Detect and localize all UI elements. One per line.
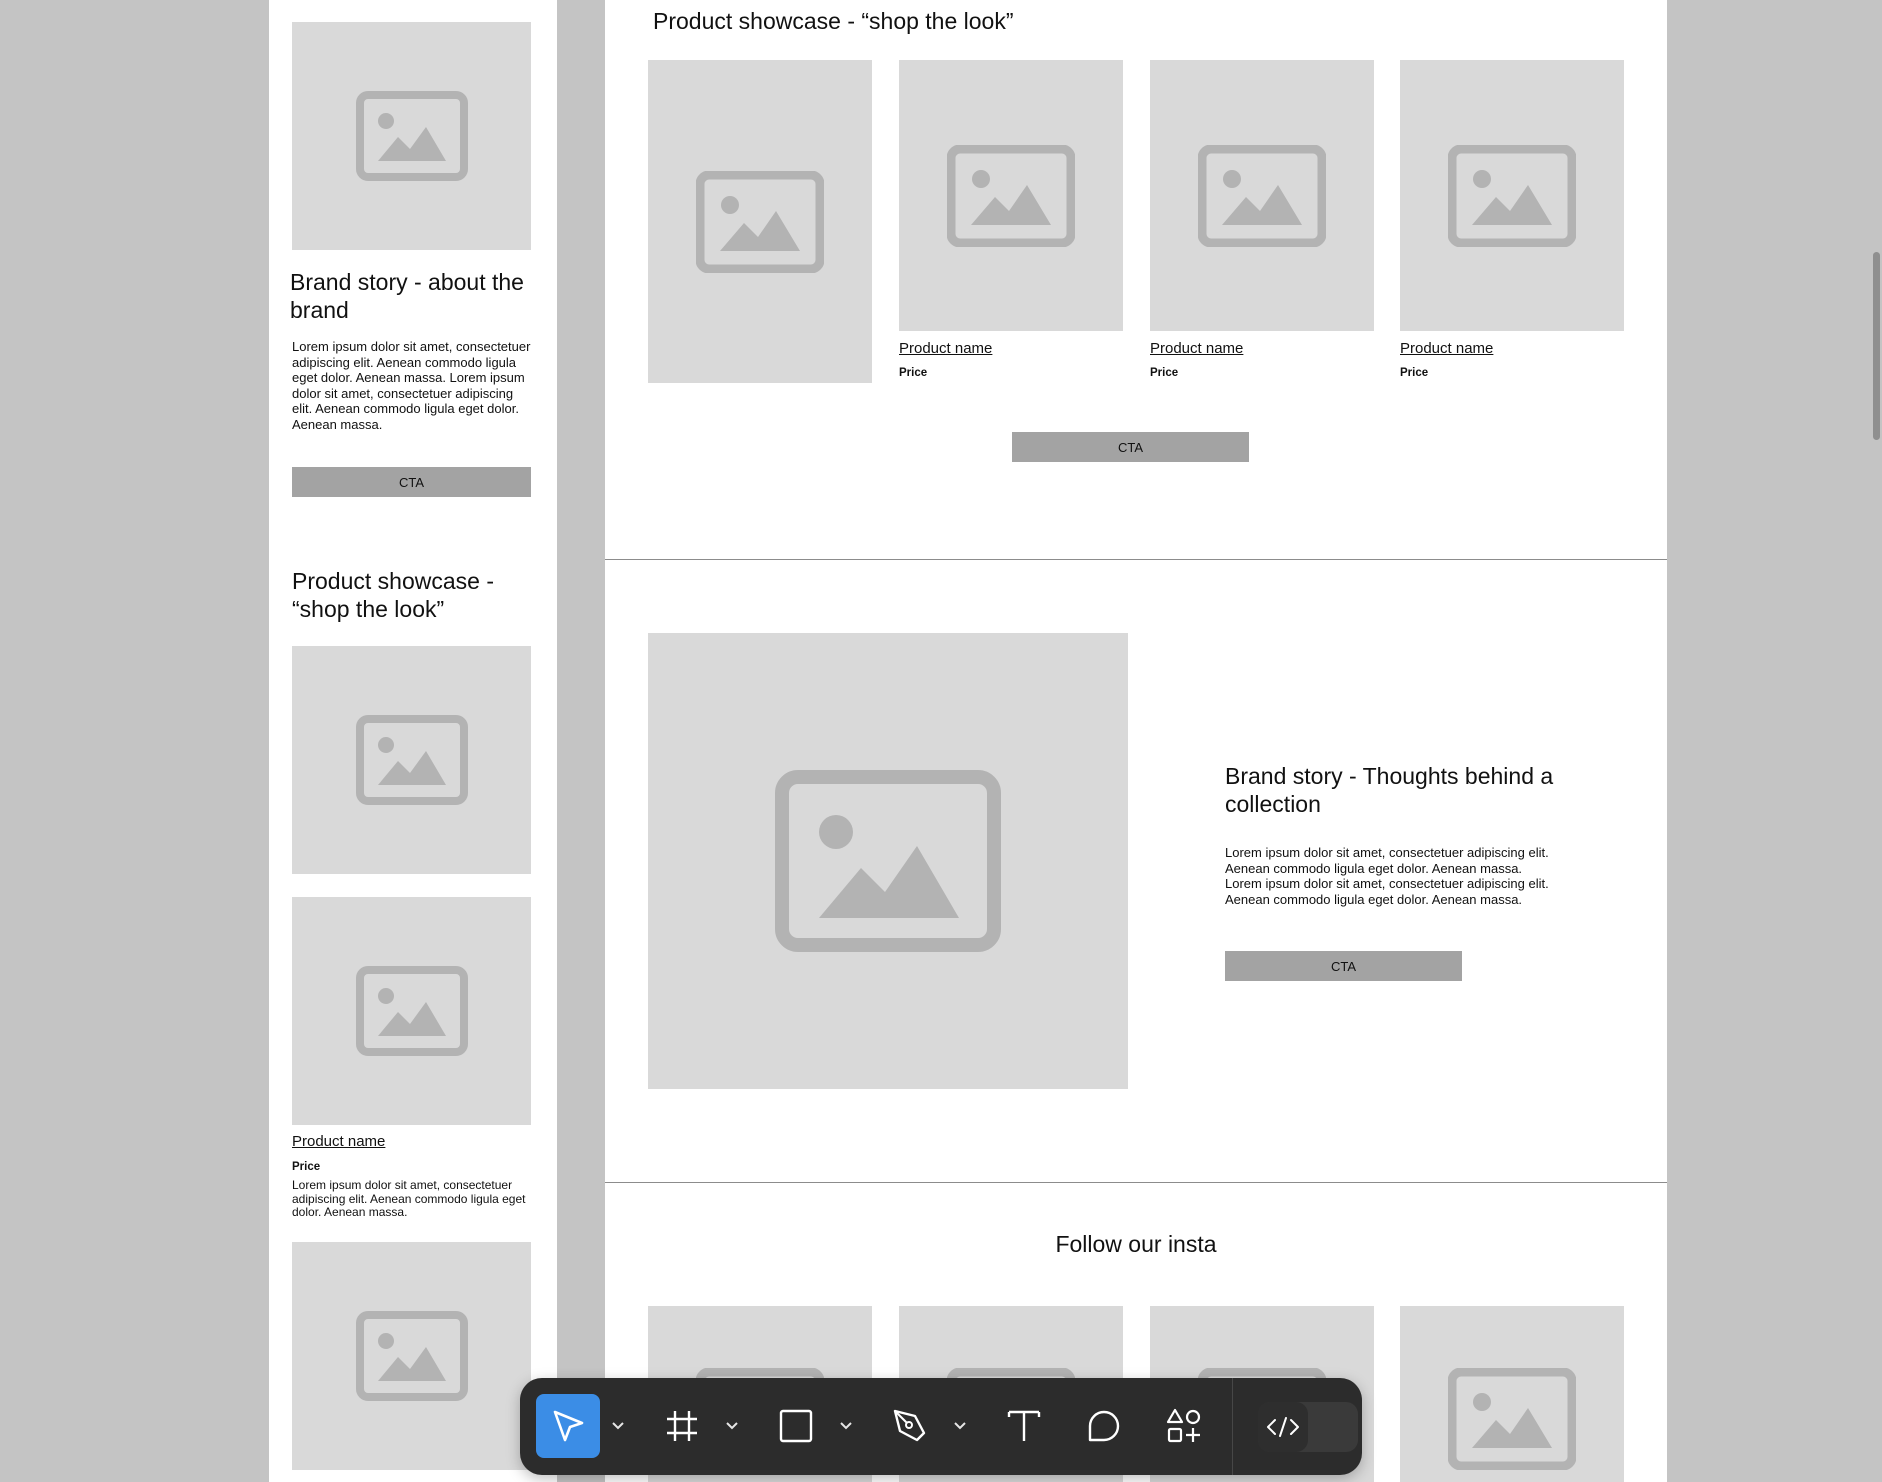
image-icon xyxy=(355,966,468,1056)
chevron-down-icon xyxy=(954,1422,966,1430)
brand-story-body: Lorem ipsum dolor sit amet, consectetuer… xyxy=(1225,845,1549,907)
product-price: Price xyxy=(1400,367,1429,379)
move-tool-menu-chevron[interactable] xyxy=(608,1412,628,1440)
desktop-frame[interactable]: Product showcase - “shop the look” Produ… xyxy=(605,0,1667,1482)
text-tool-button[interactable] xyxy=(992,1394,1056,1458)
image-placeholder xyxy=(292,646,531,874)
look-image-placeholder xyxy=(648,60,872,383)
product-description: Lorem ipsum dolor sit amet, consectetuer… xyxy=(292,1178,526,1219)
product-name-link[interactable]: Product name xyxy=(899,340,992,357)
image-icon xyxy=(355,91,468,181)
showcase-cta-button[interactable]: CTA xyxy=(1012,432,1249,462)
brand-story-cta-button[interactable]: CTA xyxy=(1225,951,1462,981)
chevron-down-icon xyxy=(840,1422,852,1430)
image-icon xyxy=(1448,1368,1576,1470)
mobile-frame[interactable]: Brand story - about the brand Lorem ipsu… xyxy=(269,0,557,1482)
shape-tool-menu-chevron[interactable] xyxy=(836,1412,856,1440)
product-image-placeholder[interactable] xyxy=(292,1242,531,1470)
image-placeholder xyxy=(292,22,531,250)
product-name-link[interactable]: Product name xyxy=(1400,340,1493,357)
dev-mode-knob xyxy=(1258,1402,1308,1452)
toolbar-separator xyxy=(1232,1378,1233,1475)
comment-bubble-icon xyxy=(1088,1410,1120,1442)
product-image-placeholder[interactable] xyxy=(1400,60,1624,331)
shape-tool-button[interactable] xyxy=(764,1394,828,1458)
brand-story-image-placeholder xyxy=(648,633,1128,1089)
frame-tool-menu-chevron[interactable] xyxy=(722,1412,742,1440)
brand-story-body: Lorem ipsum dolor sit amet, consectetuer… xyxy=(292,339,531,432)
product-name-link[interactable]: Product name xyxy=(292,1133,385,1150)
canvas-scrollbar[interactable] xyxy=(1873,252,1880,440)
image-icon xyxy=(1448,144,1576,247)
image-icon xyxy=(947,144,1075,247)
product-image-placeholder[interactable] xyxy=(292,897,531,1125)
design-toolbar xyxy=(520,1378,1362,1475)
rectangle-icon xyxy=(779,1409,813,1443)
chevron-down-icon xyxy=(612,1422,624,1430)
frame-tool-button[interactable] xyxy=(650,1394,714,1458)
product-image-placeholder[interactable] xyxy=(899,60,1123,331)
image-icon xyxy=(775,770,1001,952)
product-name-link[interactable]: Product name xyxy=(1150,340,1243,357)
section-divider xyxy=(605,559,1667,560)
pen-tool-button[interactable] xyxy=(878,1394,942,1458)
product-price: Price xyxy=(1150,367,1179,379)
brand-story-title: Brand story - Thoughts behind a collecti… xyxy=(1225,763,1554,817)
product-price: Price xyxy=(292,1161,321,1173)
brand-story-cta-button[interactable]: CTA xyxy=(292,467,531,497)
image-icon xyxy=(1198,144,1326,247)
move-tool-button[interactable] xyxy=(536,1394,600,1458)
product-price: Price xyxy=(899,367,928,379)
instagram-image-placeholder[interactable] xyxy=(1400,1306,1624,1482)
code-brackets-icon xyxy=(1267,1417,1299,1437)
actions-tool-button[interactable] xyxy=(1152,1394,1216,1458)
image-icon xyxy=(355,1311,468,1401)
cursor-arrow-icon xyxy=(553,1410,584,1442)
comment-tool-button[interactable] xyxy=(1072,1394,1136,1458)
text-t-icon xyxy=(1007,1410,1041,1441)
product-image-placeholder[interactable] xyxy=(1150,60,1374,331)
instagram-title: Follow our insta xyxy=(1055,1231,1217,1257)
pen-nib-icon xyxy=(893,1409,926,1442)
showcase-title: Product showcase - “shop the look” xyxy=(653,8,1014,34)
showcase-title: Product showcase - “shop the look” xyxy=(292,568,494,622)
pen-tool-menu-chevron[interactable] xyxy=(950,1412,970,1440)
image-icon xyxy=(696,170,824,273)
frame-hash-icon xyxy=(667,1411,697,1441)
section-divider xyxy=(605,1182,1667,1183)
brand-story-title: Brand story - about the brand xyxy=(290,269,524,323)
chevron-down-icon xyxy=(726,1422,738,1430)
image-icon xyxy=(355,715,468,805)
dev-mode-toggle[interactable] xyxy=(1258,1402,1358,1452)
shapes-plus-icon xyxy=(1166,1408,1201,1443)
